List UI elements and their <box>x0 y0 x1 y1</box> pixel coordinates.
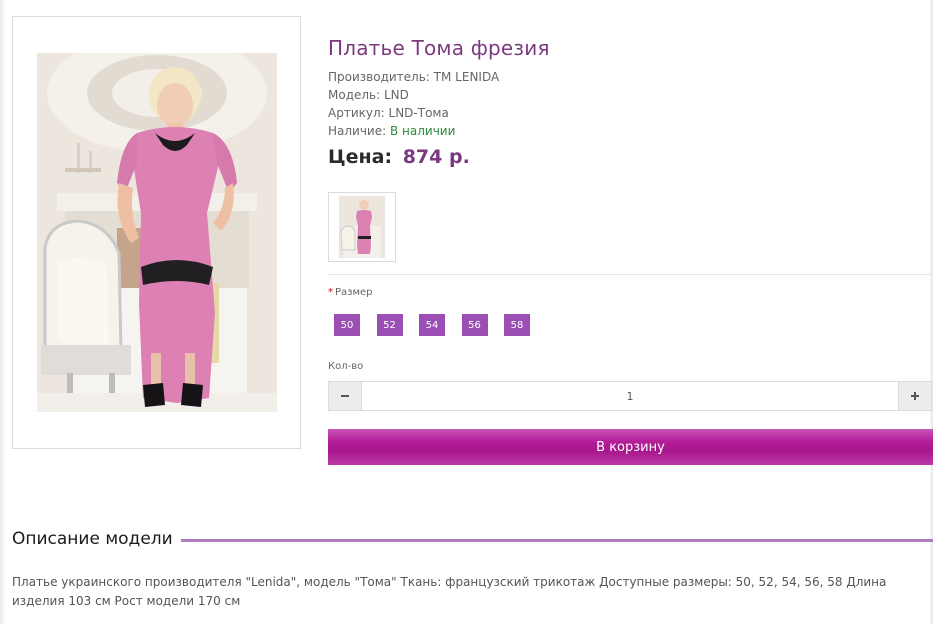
sku-label: Артикул: <box>328 106 385 120</box>
sku-value: LND-Тома <box>388 106 449 120</box>
size-option-54[interactable]: 54 <box>419 314 445 336</box>
page-left-shadow <box>0 0 6 624</box>
price-value: 874 р. <box>402 146 470 168</box>
size-option-56[interactable]: 56 <box>461 314 488 336</box>
plus-icon <box>911 392 919 400</box>
manufacturer-row: Производитель: TM LENIDA <box>328 68 499 86</box>
price-label: Цена: <box>328 146 393 168</box>
quantity-stepper <box>328 381 932 411</box>
main-product-image[interactable] <box>12 16 301 449</box>
description-heading-rule <box>176 539 933 542</box>
product-info: Производитель: TM LENIDA Модель: LND Арт… <box>328 68 499 140</box>
availability-label: Наличие: <box>328 124 387 138</box>
product-photo <box>37 53 277 412</box>
manufacturer-value[interactable]: TM LENIDA <box>434 70 500 84</box>
product-title: Платье Тома фрезия <box>328 36 550 60</box>
options-divider <box>328 274 933 275</box>
size-label-text: Размер <box>335 287 373 298</box>
price: Цена: 874 р. <box>328 146 470 168</box>
availability-value: В наличии <box>390 124 456 138</box>
required-mark: * <box>328 287 333 298</box>
size-label: * Размер <box>328 287 373 298</box>
size-option-58[interactable]: 58 <box>504 314 530 336</box>
model-label: Модель: <box>328 88 381 102</box>
availability-row: Наличие: В наличии <box>328 122 499 140</box>
size-options: 50 52 54 56 58 <box>334 314 547 336</box>
quantity-input[interactable] <box>362 382 898 410</box>
add-to-cart-button[interactable]: В корзину <box>328 429 933 465</box>
size-option-52[interactable]: 52 <box>376 314 403 336</box>
minus-icon <box>341 395 349 397</box>
sku-row: Артикул: LND-Тома <box>328 104 499 122</box>
model-row: Модель: LND <box>328 86 499 104</box>
quantity-decrease-button[interactable] <box>329 382 362 410</box>
manufacturer-label: Производитель: <box>328 70 430 84</box>
size-option-50[interactable]: 50 <box>334 314 360 336</box>
page-right-shadow <box>929 0 933 624</box>
description-text: Платье украинского производителя "Lenida… <box>12 575 887 608</box>
description-heading: Описание модели <box>12 529 181 549</box>
product-thumbnail[interactable] <box>328 192 396 262</box>
quantity-increase-button[interactable] <box>898 382 931 410</box>
model-value: LND <box>384 88 409 102</box>
quantity-label: Кол-во <box>328 361 364 372</box>
